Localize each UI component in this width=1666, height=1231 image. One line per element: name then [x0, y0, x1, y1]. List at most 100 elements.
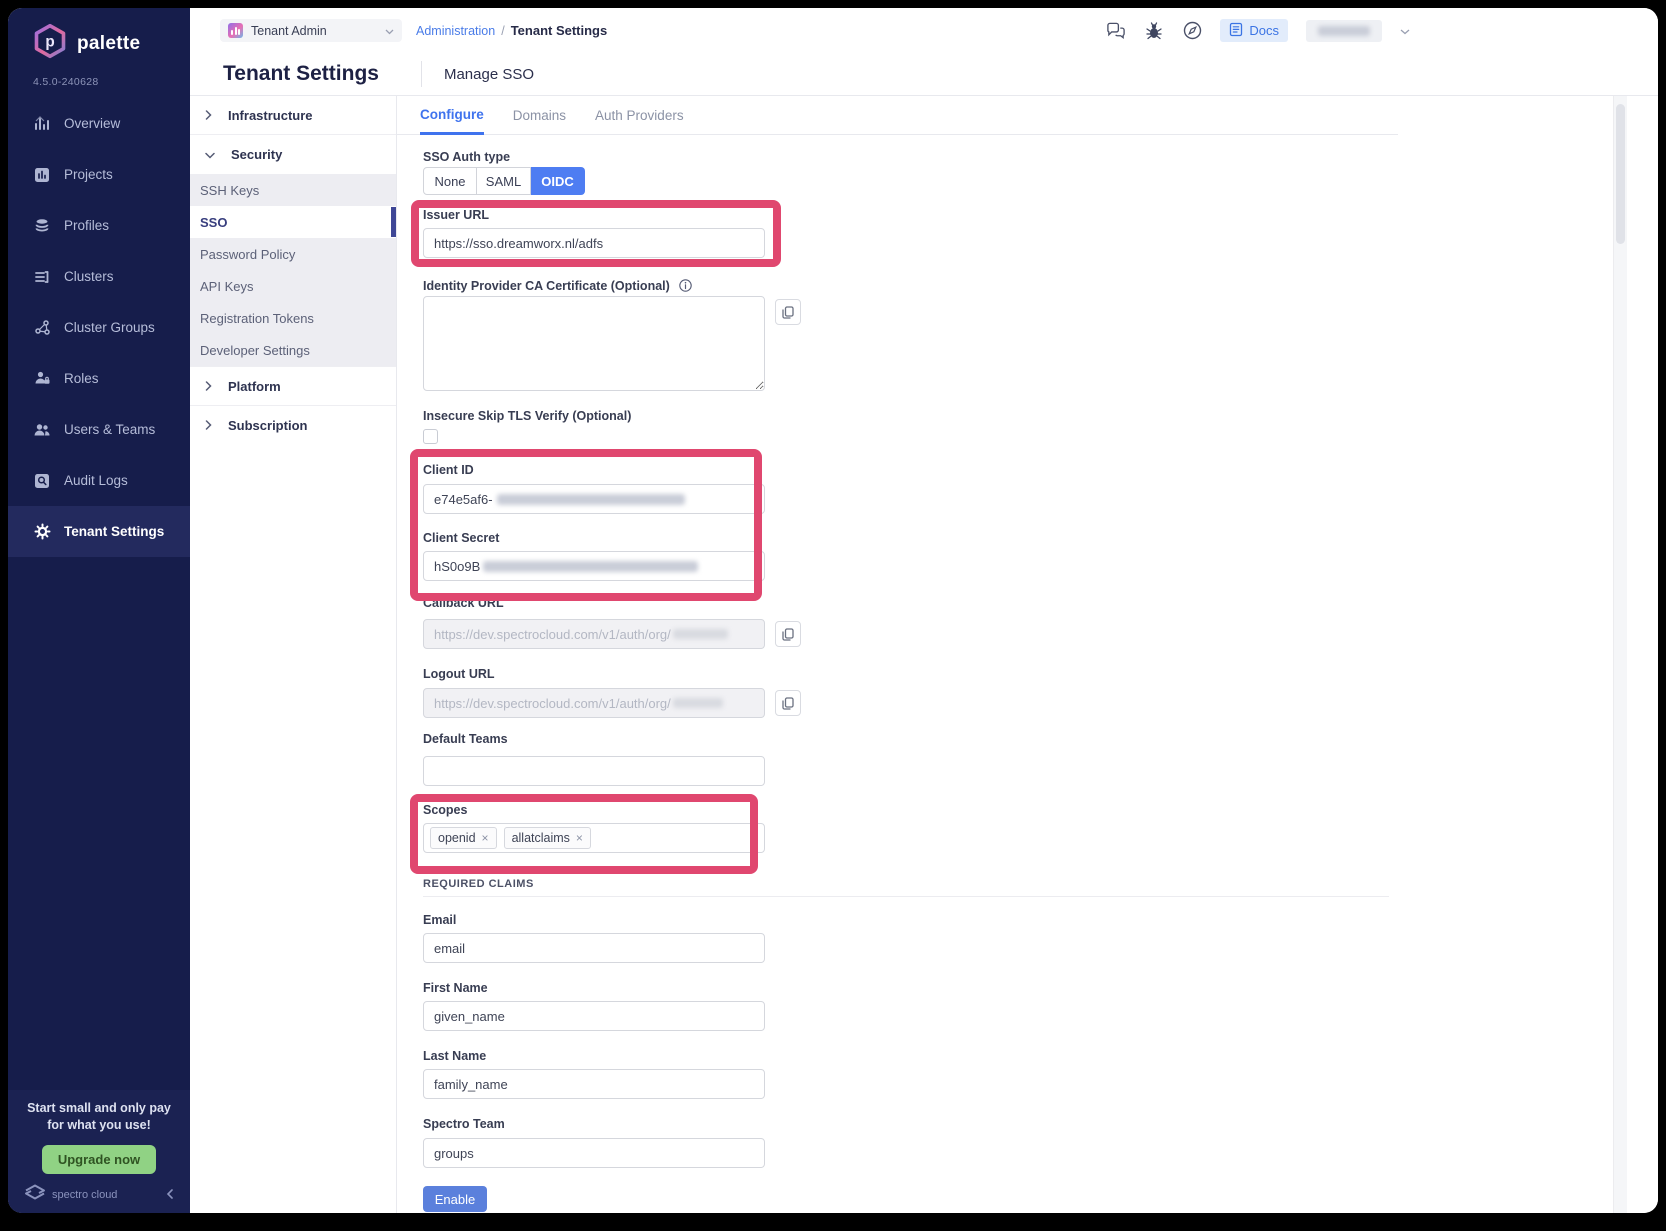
compass-explore-icon[interactable]: [1182, 21, 1202, 41]
docs-book-icon: [1229, 22, 1243, 40]
nav-item-password-policy[interactable]: Password Policy: [190, 238, 396, 270]
sidebar-item-projects[interactable]: Projects: [8, 149, 190, 200]
issuer-url-input[interactable]: https://sso.dreamworx.nl/adfs: [423, 228, 765, 258]
sidebar-item-cluster-groups[interactable]: Cluster Groups: [8, 302, 190, 353]
claim-first-name-input[interactable]: given_name: [423, 1001, 765, 1031]
sidebar-item-label: Projects: [64, 167, 113, 182]
chat-icon[interactable]: [1106, 21, 1126, 41]
page-header: Tenant Settings Manage SSO: [190, 53, 1658, 95]
security-sub-list: SSH Keys SSO Password Policy API Keys Re…: [190, 174, 396, 366]
user-menu-chevron-icon[interactable]: [1400, 22, 1410, 40]
enable-button[interactable]: Enable: [423, 1186, 487, 1212]
nav-item-registration-tokens[interactable]: Registration Tokens: [190, 302, 396, 334]
chevron-down-icon: [205, 147, 215, 162]
remove-scope-icon[interactable]: ×: [482, 831, 489, 845]
sidebar-item-label: Audit Logs: [64, 473, 128, 488]
svg-text:p: p: [45, 33, 54, 50]
sidebar-item-tenant-settings[interactable]: Tenant Settings: [8, 506, 190, 557]
scopes-label: Scopes: [423, 803, 467, 817]
sidebar-item-label: Users & Teams: [64, 422, 155, 437]
bug-report-icon[interactable]: [1144, 21, 1164, 41]
required-claims-header: REQUIRED CLAIMS: [423, 878, 534, 890]
redacted-client-id: [497, 494, 685, 505]
sidebar-item-label: Clusters: [64, 269, 114, 284]
sidebar-item-label: Roles: [64, 371, 99, 386]
breadcrumb-separator: /: [501, 24, 504, 38]
nav-item-sso[interactable]: SSO: [190, 206, 396, 238]
tab-auth-providers[interactable]: Auth Providers: [595, 96, 684, 134]
remove-scope-icon[interactable]: ×: [576, 831, 583, 845]
brand-name: palette: [77, 33, 140, 55]
sidebar-item-profiles[interactable]: Profiles: [8, 200, 190, 251]
brand-logo: p palette: [8, 8, 190, 64]
settings-nav: Infrastructure Security SSH Keys SSO Pas…: [190, 95, 397, 1213]
nav-group-subscription[interactable]: Subscription: [190, 405, 396, 444]
claim-last-name-input[interactable]: family_name: [423, 1069, 765, 1099]
nav-group-security[interactable]: Security: [190, 135, 396, 174]
ca-certificate-label: Identity Provider CA Certificate (Option…: [423, 279, 692, 293]
claim-first-name-label: First Name: [423, 981, 488, 995]
copy-callback-url-button[interactable]: [775, 621, 801, 647]
nav-group-platform[interactable]: Platform: [190, 366, 396, 405]
tab-configure[interactable]: Configure: [420, 97, 484, 135]
sidebar-item-roles[interactable]: Roles: [8, 353, 190, 404]
user-menu[interactable]: [1306, 20, 1382, 42]
users-teams-icon: [33, 421, 51, 439]
claim-email-input[interactable]: email: [423, 933, 765, 963]
nav-group-infrastructure[interactable]: Infrastructure: [190, 96, 396, 135]
nav-item-developer-settings[interactable]: Developer Settings: [190, 334, 396, 366]
overview-chart-icon: [33, 115, 51, 133]
cluster-groups-network-icon: [33, 319, 51, 337]
claim-email-label: Email: [423, 913, 456, 927]
spectro-cloud-logo-icon: [24, 1184, 46, 1205]
nav-group-label: Security: [231, 147, 282, 162]
sidebar-item-users-teams[interactable]: Users & Teams: [8, 404, 190, 455]
header-divider: [421, 61, 422, 87]
scrollbar-thumb[interactable]: [1616, 104, 1625, 244]
docs-button[interactable]: Docs: [1220, 19, 1288, 42]
tenant-scope-selector[interactable]: Tenant Admin: [220, 19, 402, 42]
sidebar-item-overview[interactable]: Overview: [8, 98, 190, 149]
logout-url-label: Logout URL: [423, 667, 495, 681]
sso-auth-type-label: SSO Auth type: [423, 150, 510, 164]
skip-tls-checkbox[interactable]: [423, 429, 438, 444]
chevron-right-icon: [205, 108, 212, 123]
chevron-right-icon: [205, 379, 212, 394]
auth-type-none-button[interactable]: None: [423, 167, 477, 195]
sidebar-item-label: Tenant Settings: [64, 524, 164, 539]
tab-bar: Configure Domains Auth Providers: [397, 96, 1398, 135]
copy-logout-url-button[interactable]: [775, 690, 801, 716]
claim-spectro-team-input[interactable]: groups: [423, 1138, 765, 1168]
nav-item-api-keys[interactable]: API Keys: [190, 270, 396, 302]
default-teams-input[interactable]: [423, 756, 765, 786]
vertical-scrollbar[interactable]: [1613, 96, 1627, 1213]
breadcrumb-current: Tenant Settings: [511, 23, 608, 38]
sidebar-item-audit-logs[interactable]: Audit Logs: [8, 455, 190, 506]
collapse-sidebar-icon[interactable]: [166, 1188, 174, 1202]
ca-certificate-textarea[interactable]: [423, 296, 765, 391]
chevron-down-icon: [385, 22, 394, 40]
auth-type-oidc-button[interactable]: OIDC: [531, 167, 585, 195]
claim-spectro-team-label: Spectro Team: [423, 1117, 505, 1131]
auth-type-saml-button[interactable]: SAML: [477, 167, 531, 195]
projects-icon: [33, 166, 51, 184]
sidebar-item-label: Profiles: [64, 218, 109, 233]
nav-item-ssh-keys[interactable]: SSH Keys: [190, 174, 396, 206]
app-window: p palette 4.5.0-240628 Overview Projects…: [8, 8, 1658, 1213]
tenant-scope-icon: [228, 23, 243, 38]
scopes-input[interactable]: openid × allatclaims ×: [423, 823, 765, 853]
breadcrumb-administration-link[interactable]: Administration: [416, 24, 495, 38]
scope-chip-allatclaims: allatclaims ×: [504, 827, 591, 849]
palette-logo-icon: p: [32, 23, 68, 64]
tab-domains[interactable]: Domains: [513, 96, 566, 134]
breadcrumb: Administration / Tenant Settings: [416, 23, 607, 38]
issuer-url-label: Issuer URL: [423, 208, 489, 222]
client-id-input[interactable]: e74e5af6-: [423, 484, 765, 514]
docs-label: Docs: [1249, 23, 1279, 38]
copy-ca-certificate-button[interactable]: [775, 299, 801, 325]
client-secret-input[interactable]: hS0o9B: [423, 551, 765, 581]
redacted-logout-url: [673, 698, 723, 708]
sidebar-item-clusters[interactable]: Clusters: [8, 251, 190, 302]
sidebar-item-label: Cluster Groups: [64, 320, 155, 335]
upgrade-now-button[interactable]: Upgrade now: [42, 1145, 156, 1174]
